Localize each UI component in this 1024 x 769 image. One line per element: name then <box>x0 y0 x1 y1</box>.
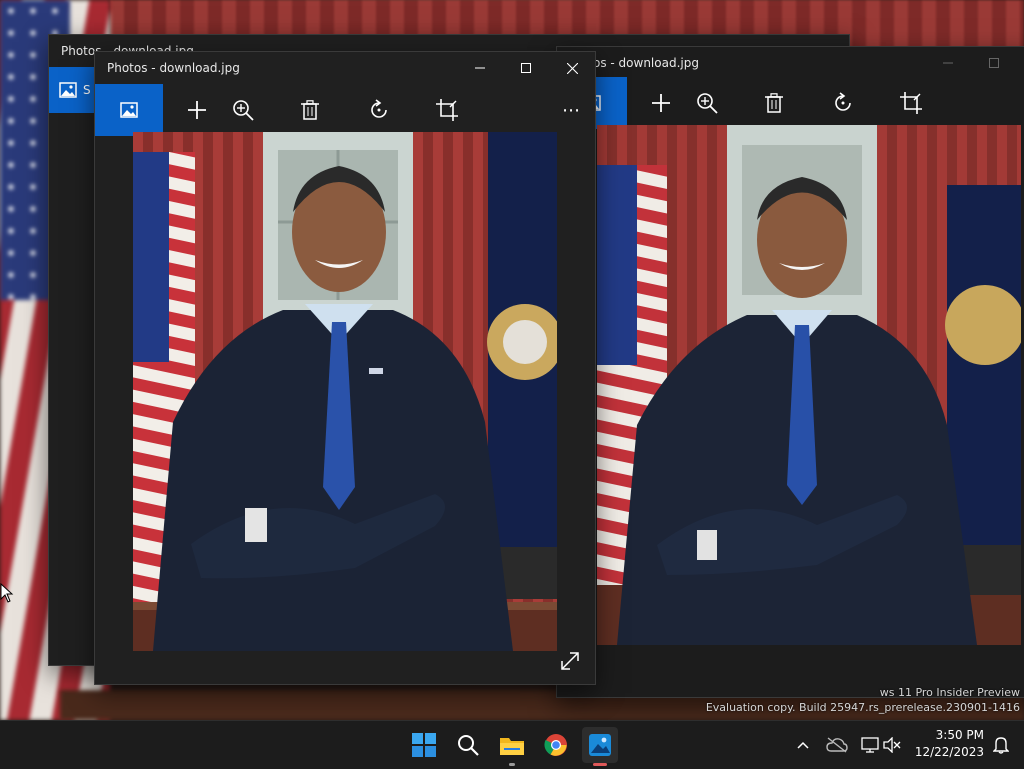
sidebar-label: S <box>83 83 91 97</box>
insider-watermark-line2: Evaluation copy. Build 25947.rs_prerelea… <box>705 701 1020 714</box>
rotate-icon <box>835 92 851 111</box>
volume-muted-icon <box>883 737 901 753</box>
fullscreen-button[interactable] <box>559 650 581 672</box>
clock[interactable]: 3:50 PM 12/22/2023 <box>914 727 984 763</box>
rotate-button[interactable] <box>353 84 405 136</box>
more-icon: ⋯ <box>562 99 580 121</box>
mouse-cursor-icon <box>0 583 14 603</box>
onedrive-icon <box>826 737 848 753</box>
start-button[interactable] <box>406 727 442 763</box>
notifications-button[interactable] <box>986 727 1016 763</box>
rotate-button[interactable] <box>817 77 869 129</box>
zoom-in-icon <box>697 93 718 114</box>
close-icon <box>566 62 578 74</box>
minimize-button[interactable] <box>457 52 503 84</box>
crop-icon <box>436 99 458 121</box>
portrait-photo <box>597 125 1021 645</box>
image-button-active[interactable]: S <box>49 67 95 113</box>
delete-icon <box>765 93 783 113</box>
zoom-in-button[interactable] <box>217 84 269 136</box>
photos-icon <box>589 734 611 756</box>
photo-display[interactable] <box>597 125 1021 645</box>
delete-icon <box>301 100 319 120</box>
crop-icon <box>900 92 922 114</box>
insider-watermark-line1: ws 11 Pro Insider Preview <box>879 686 1020 699</box>
add-button[interactable] <box>171 84 223 136</box>
chrome-icon <box>544 734 567 756</box>
delete-button[interactable] <box>284 84 336 136</box>
maximize-icon <box>989 58 999 68</box>
image-button[interactable] <box>95 84 163 136</box>
notifications-icon <box>993 737 1009 754</box>
caption-buttons <box>457 52 595 84</box>
delete-button[interactable] <box>748 77 800 129</box>
windows-start-icon <box>412 733 436 757</box>
more-button[interactable]: ⋯ <box>545 84 597 136</box>
expand-icon <box>561 652 579 670</box>
active-indicator <box>593 763 607 766</box>
clock-time: 3:50 PM <box>935 728 984 742</box>
crop-button[interactable] <box>885 77 937 129</box>
search-button[interactable] <box>450 727 486 763</box>
chevron-up-icon <box>797 741 809 749</box>
maximize-button[interactable] <box>503 52 549 84</box>
add-button[interactable] <box>635 77 687 129</box>
add-icon <box>188 101 206 119</box>
toolbar: ⋯ <box>95 84 595 136</box>
window-title: Photos - download.jpg <box>107 61 240 75</box>
clock-date: 12/22/2023 <box>914 745 984 759</box>
image-icon <box>120 102 138 118</box>
add-icon <box>652 94 670 112</box>
network-icon <box>861 737 879 753</box>
titlebar[interactable]: Photos - download.jpg <box>95 52 595 84</box>
portrait-photo <box>133 132 557 651</box>
rotate-icon <box>371 99 387 118</box>
zoom-in-button[interactable] <box>681 77 733 129</box>
file-explorer-button[interactable] <box>494 727 530 766</box>
onedrive-button[interactable] <box>822 727 852 763</box>
search-icon <box>458 735 479 756</box>
running-indicator <box>509 763 515 766</box>
maximize-button[interactable] <box>971 47 1017 79</box>
minimize-button[interactable] <box>925 47 971 79</box>
minimize-icon <box>943 62 953 64</box>
image-icon <box>59 82 77 98</box>
maximize-icon <box>521 63 531 73</box>
network-volume-button[interactable] <box>856 727 906 763</box>
taskbar: 3:50 PM 12/22/2023 <box>0 720 1024 769</box>
photos-button[interactable] <box>582 727 618 766</box>
file-explorer-icon <box>500 738 524 755</box>
titlebar[interactable]: os - download.jpg <box>557 47 1024 79</box>
photos-window-front[interactable]: Photos - download.jpg ⋯ <box>94 51 596 685</box>
show-hidden-icons-button[interactable] <box>788 727 818 763</box>
toolbar <box>557 77 1024 129</box>
chrome-button[interactable] <box>538 727 574 763</box>
minimize-icon <box>475 67 485 69</box>
crop-button[interactable] <box>421 84 473 136</box>
zoom-in-icon <box>233 100 254 121</box>
close-button[interactable] <box>549 52 595 84</box>
photo-display[interactable] <box>133 132 557 651</box>
photos-window-right[interactable]: os - download.jpg <box>556 46 1024 698</box>
